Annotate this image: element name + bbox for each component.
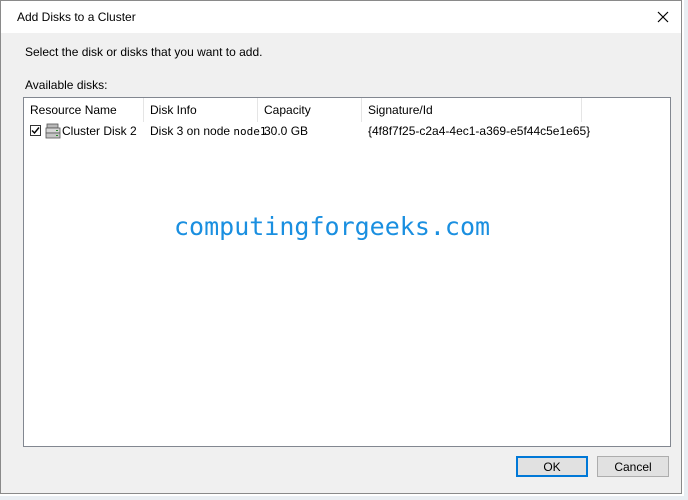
- table-row[interactable]: Cluster Disk 2 Disk 3 on node node1 30.0…: [24, 122, 670, 140]
- column-header-capacity[interactable]: Capacity: [258, 98, 362, 122]
- checkmark-icon: [31, 127, 40, 135]
- cluster-disk-icon: [45, 123, 61, 139]
- add-disks-dialog: Add Disks to a Cluster Select the disk o…: [0, 0, 682, 494]
- background-window-edge: [684, 0, 688, 500]
- column-header-resource-name[interactable]: Resource Name: [24, 98, 144, 122]
- close-button[interactable]: [651, 5, 675, 29]
- background-window-edge-bottom: [0, 496, 688, 500]
- title-bar: Add Disks to a Cluster: [1, 1, 681, 33]
- column-header-disk-info[interactable]: Disk Info: [144, 98, 258, 122]
- window-title: Add Disks to a Cluster: [17, 10, 136, 24]
- disk-checkbox[interactable]: [30, 125, 41, 136]
- disk-info: Disk 3 on node node1: [150, 122, 267, 140]
- disk-resource-name: Cluster Disk 2: [62, 124, 137, 138]
- column-header-signature[interactable]: Signature/Id: [362, 98, 582, 122]
- watermark-text: computingforgeeks.com: [174, 212, 491, 241]
- instruction-text: Select the disk or disks that you want t…: [25, 45, 263, 59]
- close-icon: [657, 11, 669, 23]
- available-disks-list[interactable]: Resource Name Disk Info Capacity Signatu…: [23, 97, 671, 447]
- disk-info-text: Disk 3 on node: [150, 124, 231, 138]
- ok-button[interactable]: OK: [516, 456, 588, 477]
- available-disks-label: Available disks:: [25, 78, 108, 92]
- cancel-button[interactable]: Cancel: [597, 456, 669, 477]
- list-header: Resource Name Disk Info Capacity Signatu…: [24, 98, 670, 122]
- disk-signature: {4f8f7f25-c2a4-4ec1-a369-e5f44c5e1e65}: [368, 124, 591, 138]
- disk-info-node: node1: [233, 125, 267, 138]
- disk-capacity: 30.0 GB: [264, 124, 309, 138]
